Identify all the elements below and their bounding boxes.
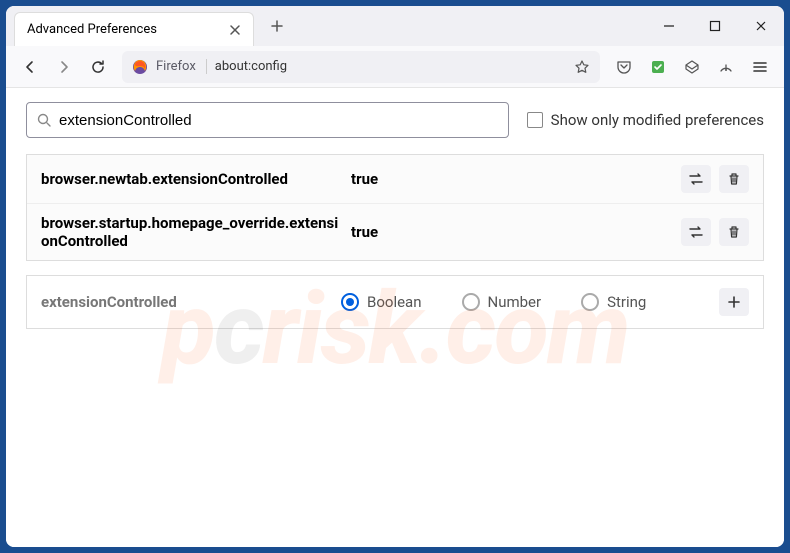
pref-name: browser.startup.homepage_override.extens… [41,214,341,250]
new-tab-button[interactable] [262,11,292,41]
account-icon[interactable] [676,51,708,83]
radio-boolean[interactable]: Boolean [341,293,422,311]
pref-value: true [351,170,671,188]
radio-number[interactable]: Number [462,293,542,311]
search-icon [37,113,51,127]
show-modified-label: Show only modified preferences [551,111,764,129]
url-bar[interactable]: Firefox about:config [122,51,600,83]
menu-icon[interactable] [744,51,776,83]
pref-list: browser.newtab.extensionControlled true … [26,154,764,261]
radio-icon [581,293,599,311]
back-button[interactable] [14,51,46,83]
radio-string[interactable]: String [581,293,646,311]
pocket-icon[interactable] [608,51,640,83]
gauge-icon[interactable] [710,51,742,83]
reload-button[interactable] [82,51,114,83]
radio-icon [462,293,480,311]
identity-label: Firefox [156,59,207,74]
url-text: about:config [215,59,566,74]
radio-label: Boolean [367,293,422,311]
config-content: pcrisk.com Show only modified preference… [6,88,784,547]
pref-actions [681,218,749,246]
toggle-button[interactable] [681,218,711,246]
bookmark-star-icon[interactable] [574,59,590,75]
firefox-logo-icon [132,59,148,75]
search-box[interactable] [26,102,509,138]
window-controls [646,6,784,46]
type-radio-group: Boolean Number String [341,293,719,311]
browser-tab[interactable]: Advanced Preferences [14,12,254,46]
radio-icon [341,293,359,311]
minimize-button[interactable] [646,6,692,46]
pref-name: browser.newtab.extensionControlled [41,170,341,188]
forward-button[interactable] [48,51,80,83]
tab-title: Advanced Preferences [27,22,219,37]
browser-window: Advanced Preferences [6,6,784,547]
search-row: Show only modified preferences [26,102,764,138]
titlebar: Advanced Preferences [6,6,784,46]
radio-label: String [607,293,646,311]
maximize-button[interactable] [692,6,738,46]
toggle-button[interactable] [681,165,711,193]
add-pref-button[interactable] [719,288,749,316]
show-modified-checkbox[interactable]: Show only modified preferences [527,111,764,129]
new-pref-name: extensionControlled [41,293,341,311]
radio-label: Number [488,293,542,311]
nav-toolbar: Firefox about:config [6,46,784,88]
pref-actions [681,165,749,193]
pref-value: true [351,223,671,241]
pref-row[interactable]: browser.newtab.extensionControlled true [27,155,763,203]
checkbox-icon [527,112,543,128]
close-tab-icon[interactable] [229,24,241,36]
extension-icon[interactable] [642,51,674,83]
new-pref-row: extensionControlled Boolean Number Strin… [26,275,764,329]
delete-button[interactable] [719,218,749,246]
close-window-button[interactable] [738,6,784,46]
delete-button[interactable] [719,165,749,193]
search-input[interactable] [59,112,498,129]
pref-row[interactable]: browser.startup.homepage_override.extens… [27,203,763,260]
